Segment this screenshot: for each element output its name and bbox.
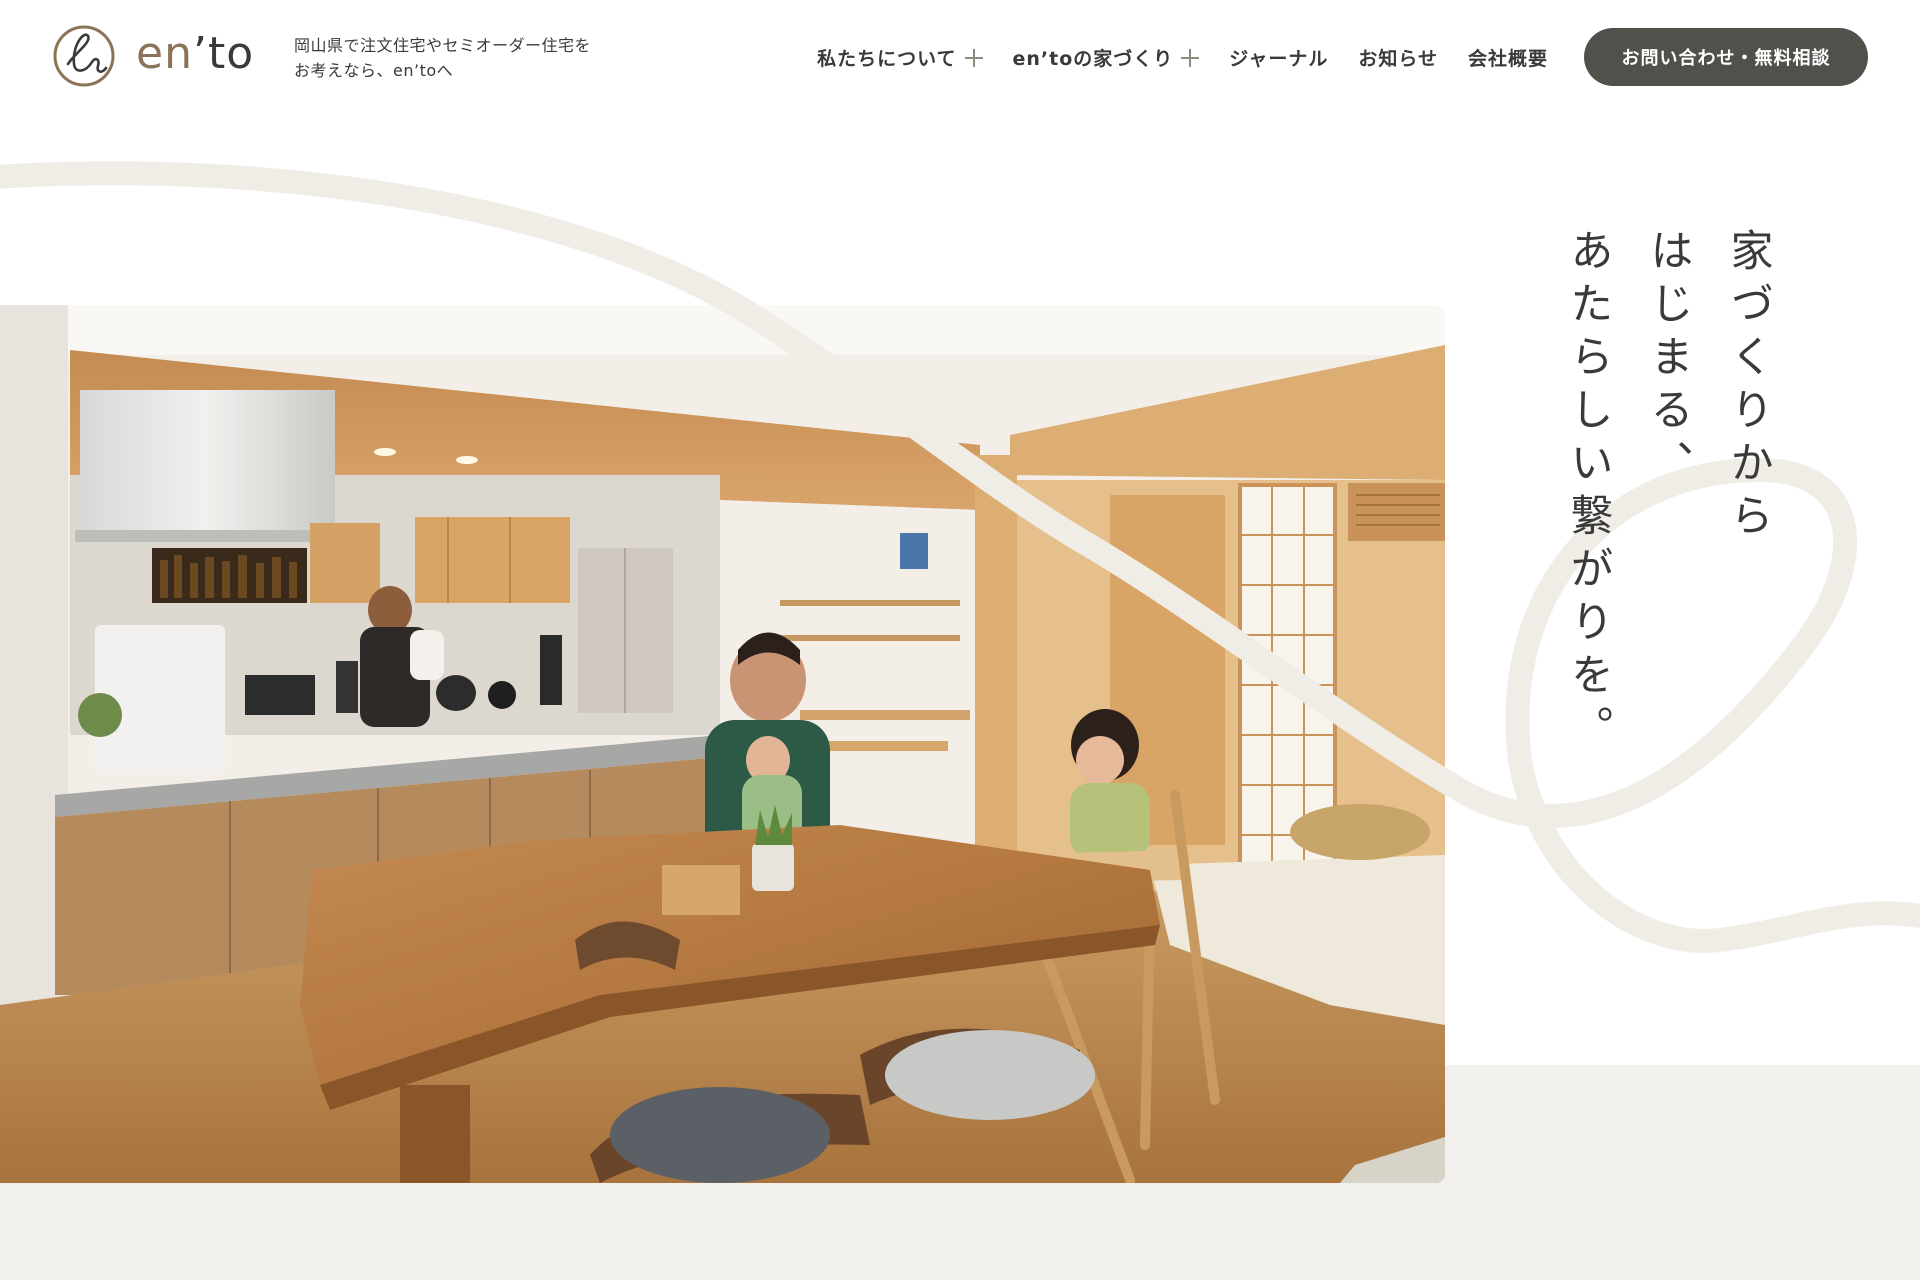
nav-item-company[interactable]: 会社概要	[1468, 44, 1548, 71]
tagline-line-1: 岡山県で注文住宅やセミオーダー住宅を	[294, 36, 592, 55]
site-tagline: 岡山県で注文住宅やセミオーダー住宅を お考えなら、en’toへ	[294, 33, 591, 83]
plus-icon	[964, 48, 983, 67]
nav-item-house-making[interactable]: en’toの家づくり	[1013, 44, 1200, 71]
catchcopy-line-3: あたらしい繋がりを。	[1563, 228, 1613, 758]
main-navigation: 私たちについて en’toの家づくり ジャーナル お知らせ 会社概要	[817, 44, 1548, 71]
hero-photo-illustration	[0, 305, 1445, 1183]
nav-item-about[interactable]: 私たちについて	[817, 44, 983, 71]
hero-catchcopy: 家づくりから はじまる、 あたらしい繋がりを。	[1548, 228, 1788, 758]
site-logo[interactable]: en’to	[52, 24, 254, 88]
nav-item-label: ジャーナル	[1229, 48, 1329, 70]
catchcopy-line-1: 家づくりから	[1723, 228, 1773, 546]
nav-item-news[interactable]: お知らせ	[1358, 44, 1438, 71]
site-header: en’to 岡山県で注文住宅やセミオーダー住宅を お考えなら、en’toへ 私た…	[0, 0, 1920, 120]
catchcopy-line-2: はじまる、	[1643, 228, 1693, 493]
tagline-line-2: お考えなら、en’toへ	[294, 61, 454, 80]
plus-icon	[1181, 48, 1200, 67]
nav-item-journal[interactable]: ジャーナル	[1229, 44, 1328, 71]
contact-consultation-button[interactable]: お問い合わせ・無料相談	[1584, 28, 1868, 86]
hero-photo	[0, 305, 1445, 1183]
nav-item-label: 私たちについて	[817, 48, 957, 70]
nav-item-label: お知らせ	[1358, 48, 1438, 70]
nav-item-label: 会社概要	[1467, 48, 1548, 70]
logo-mark-icon	[53, 25, 115, 87]
nav-item-label: en’toの家づくり	[1012, 48, 1174, 70]
logo-wordmark: en’to	[136, 28, 255, 79]
